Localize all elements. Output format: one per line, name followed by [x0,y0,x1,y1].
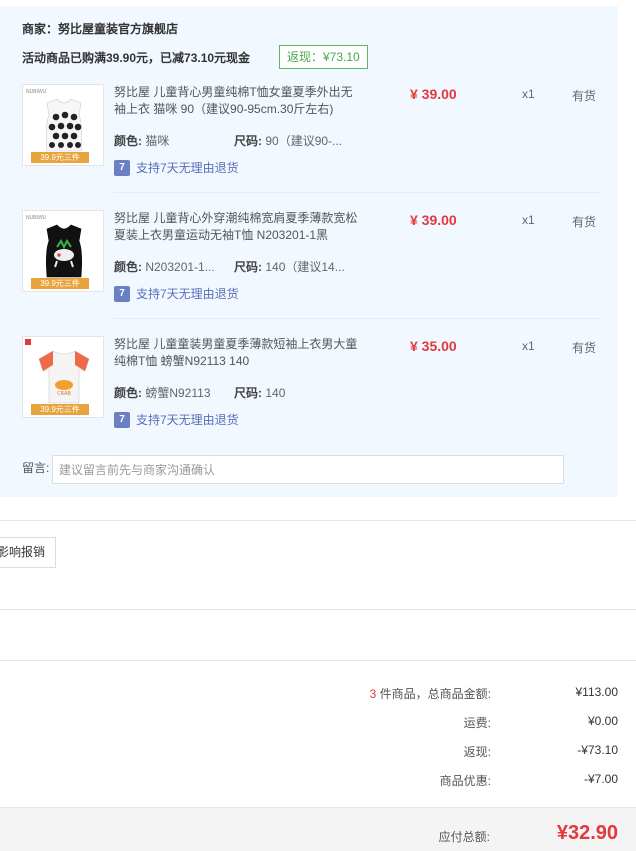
discount-label: 商品优惠: [439,774,491,788]
section-divider [0,660,636,661]
section-divider [0,520,636,521]
item-count-suffix: 件商品，总商品金额: [376,687,491,701]
product-quantity: x1 [522,87,535,101]
rebate-tag: 返现：¥73.10 [279,45,368,69]
shop-name[interactable]: 商家：努比屋童装官方旗舰店 [22,20,178,37]
thumb-brand: NUBIWU [26,89,47,95]
product-quantity: x1 [522,339,535,353]
rebate-value: -¥73.10 [577,743,618,757]
product-thumbnail[interactable]: CRAB 39.9元三件 [22,336,104,418]
order-item: CRAB 39.9元三件 努比屋 儿童童装男童夏季薄款短袖上衣男大童纯棉T恤 螃… [0,336,618,462]
product-quantity: x1 [522,213,535,227]
product-title[interactable]: 努比屋 儿童背心外穿潮纯棉宽肩夏季薄款宽松夏装上衣男童运动无袖T恤 N20320… [114,210,364,244]
shipping-value: ¥0.00 [587,714,618,728]
product-price: ¥ 39.00 [410,212,457,228]
color-label: 颜色: [114,386,142,400]
thumb-badge: 39.9元三件 [31,404,89,415]
invoice-option-button[interactable]: 影响报销 [0,537,56,568]
product-price: ¥ 35.00 [410,338,457,354]
size-attr: 尺码: 90（建议90-... [234,132,342,149]
return-policy[interactable]: 7 支持7天无理由退货 [114,286,239,302]
color-label: 颜色: [114,134,142,148]
rebate-row: 返现: -¥73.10 [0,743,636,759]
thumb-brand: NUBIWU [26,215,47,221]
total-value: ¥32.90 [556,822,618,844]
product-thumbnail[interactable]: NUBIWU 39.9元三件 [22,84,104,166]
return-policy[interactable]: 7 支持7天无理由退货 [114,412,239,428]
color-attr: 颜色: 螃蟹N92113 [114,384,211,401]
color-attr: 颜色: N203201-1... [114,258,215,275]
stock-status: 有货 [572,89,597,103]
size-label: 尺码: [234,260,262,274]
total-bar: 应付总额: ¥32.90 [0,807,636,851]
svg-text:CRAB: CRAB [57,391,71,397]
promo-text: 活动商品已购满39.90元，已减73.10元现金 [22,51,251,65]
size-attr: 尺码: 140（建议14... [234,258,345,275]
shipping-row: 运费: ¥0.00 [0,714,636,730]
color-attr: 颜色: 猫咪 [114,132,169,149]
size-attr: 尺码: 140 [234,384,285,401]
thumb-badge: 39.9元三件 [31,278,89,289]
message-label: 留言: [22,461,50,475]
goods-total-value: ¥113.00 [575,685,619,699]
goods-total-label: 3 件商品，总商品金额: [370,685,491,702]
size-value: 90（建议90-... [265,134,343,148]
thumb-badge: 39.9元三件 [31,152,89,163]
size-value: 140 [265,386,286,400]
total-label: 应付总额: [438,830,490,844]
shop-order-panel: 商家：努比屋童装官方旗舰店 活动商品已购满39.90元，已减73.10元现金 返… [0,6,618,497]
product-thumbnail[interactable]: NUBIWU 39.9元三件 [22,210,104,292]
return-policy-label: 支持7天无理由退货 [136,413,239,427]
goods-total-row: 3 件商品，总商品金额: ¥113.00 [0,685,636,701]
section-divider [0,609,636,610]
stock-status: 有货 [572,215,597,229]
return-7day-icon: 7 [114,286,130,302]
stock-status: 有货 [572,341,597,355]
discount-value: -¥7.00 [583,772,618,786]
shipping-label: 运费: [463,716,491,730]
item-divider [114,318,602,319]
return-policy-label: 支持7天无理由退货 [136,161,239,175]
return-policy-label: 支持7天无理由退货 [136,287,239,301]
product-title[interactable]: 努比屋 儿童背心男童纯棉T恤女童夏季外出无袖上衣 猫咪 90（建议90-95cm… [114,84,364,118]
size-label: 尺码: [234,134,262,148]
message-input[interactable] [52,455,564,484]
discount-row: 商品优惠: -¥7.00 [0,772,636,788]
color-value: N203201-1... [145,260,215,274]
rebate-label: 返现: [463,745,491,759]
return-7day-icon: 7 [114,412,130,428]
return-7day-icon: 7 [114,160,130,176]
size-value: 140（建议14... [265,260,345,274]
size-label: 尺码: [234,386,262,400]
product-title[interactable]: 努比屋 儿童童装男童夏季薄款短袖上衣男大童纯棉T恤 螃蟹N92113 140 [114,336,364,370]
color-value: 螃蟹N92113 [145,386,211,400]
color-value: 猫咪 [145,134,170,148]
return-policy[interactable]: 7 支持7天无理由退货 [114,160,239,176]
product-price: ¥ 39.00 [410,86,457,102]
item-divider [114,192,602,193]
color-label: 颜色: [114,260,142,274]
